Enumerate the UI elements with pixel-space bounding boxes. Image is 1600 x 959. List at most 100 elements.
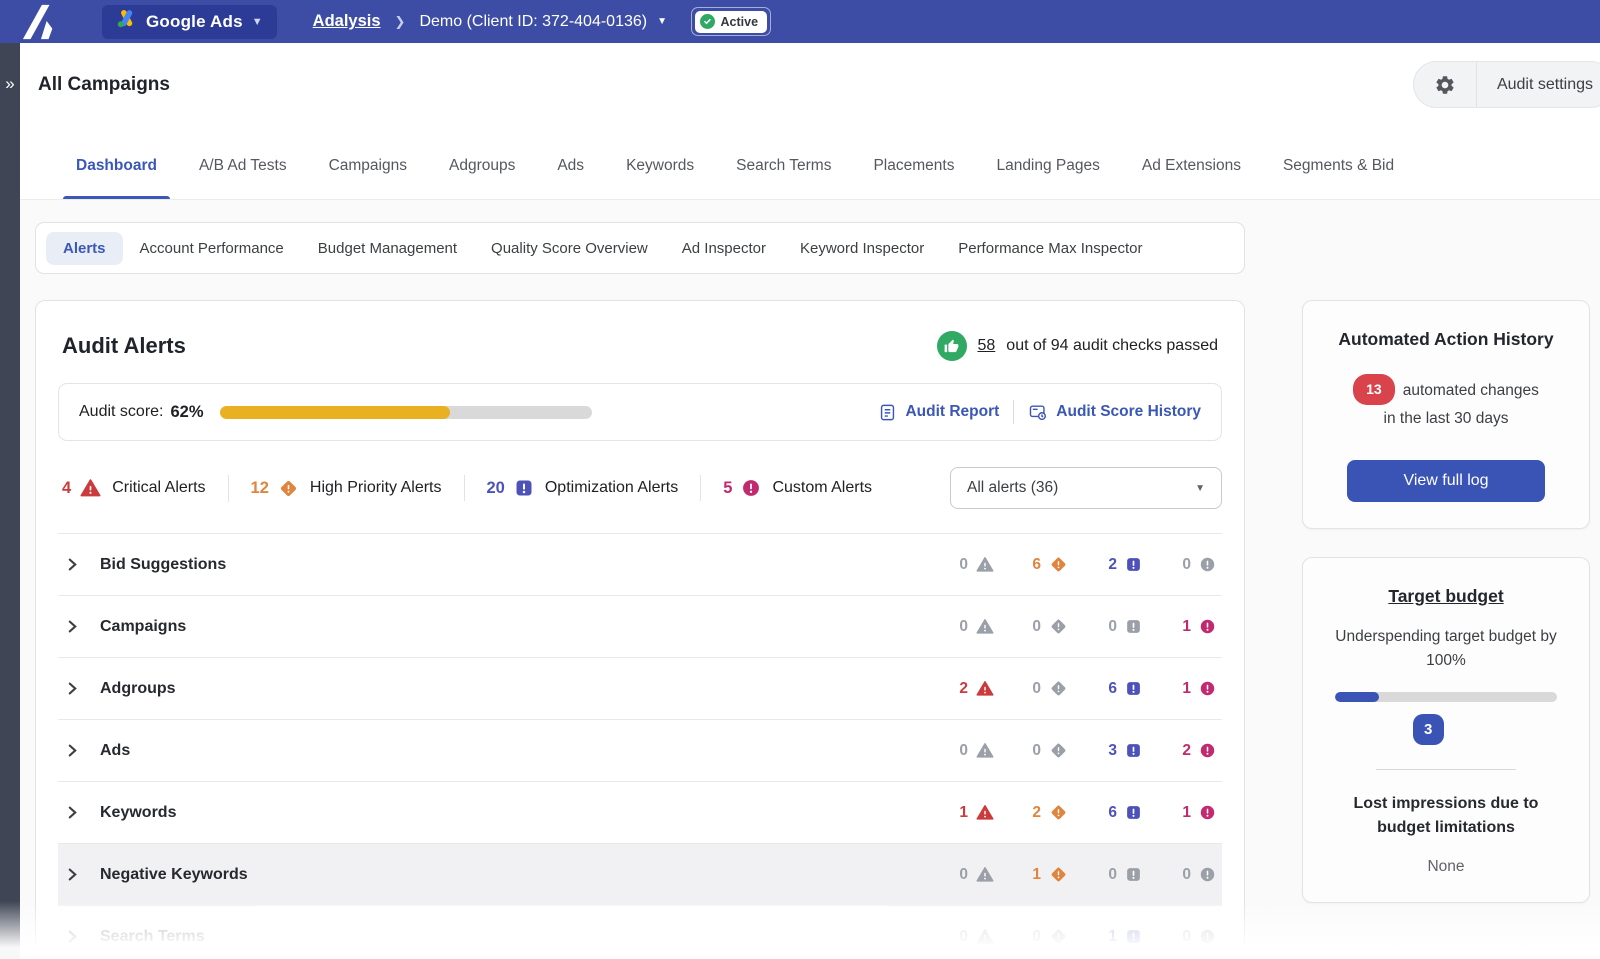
optimization-count-cell[interactable]: 2 (1068, 555, 1142, 574)
tab-campaigns[interactable]: Campaigns (308, 157, 428, 199)
audit-settings-button[interactable]: Audit settings (1477, 76, 1599, 94)
view-full-log-button[interactable]: View full log (1347, 460, 1545, 502)
square-icon (1125, 866, 1142, 883)
row-adgroups[interactable]: Adgroups 2 0 6 1 (58, 657, 1222, 719)
high-count-cell[interactable]: 2 (994, 803, 1068, 822)
optimization-count-cell[interactable]: 0 (1068, 617, 1142, 636)
adalysis-logo-icon[interactable] (18, 2, 62, 42)
breadcrumb-separator-icon: ❯ (395, 14, 406, 30)
gear-icon[interactable] (1414, 62, 1476, 107)
target-budget-count-badge[interactable]: 3 (1413, 714, 1444, 745)
row-search-terms[interactable]: Search Terms 0 0 1 0 (58, 905, 1222, 959)
high-count-cell[interactable]: 0 (994, 741, 1068, 760)
square-icon (1125, 680, 1142, 697)
audit-alerts-card: Audit Alerts 58 out of 94 audit checks p… (35, 300, 1245, 959)
row-label: Negative Keywords (100, 866, 248, 884)
audit-score-label: Audit score: (79, 403, 163, 421)
alerts-filter-value: All alerts (36) (967, 479, 1058, 497)
google-ads-switcher[interactable]: Google Ads ▼ (102, 5, 277, 39)
tab-ads[interactable]: Ads (536, 157, 605, 199)
audit-alerts-title: Audit Alerts (62, 333, 186, 359)
subtab-quality-score-overview[interactable]: Quality Score Overview (474, 232, 665, 265)
audit-report-link[interactable]: Audit Report (878, 403, 999, 422)
body-area: Alerts Account Performance Budget Manage… (20, 200, 1600, 959)
square-icon (1125, 556, 1142, 573)
passed-count-link[interactable]: 58 (978, 337, 996, 355)
tab-landing-pages[interactable]: Landing Pages (975, 157, 1120, 199)
circle-icon (1199, 742, 1216, 759)
optimization-count-cell[interactable]: 3 (1068, 741, 1142, 760)
subtab-budget-management[interactable]: Budget Management (301, 232, 474, 265)
critical-count-cell[interactable]: 0 (920, 927, 994, 946)
diamond-icon (1049, 927, 1068, 946)
row-ads[interactable]: Ads 0 0 3 2 (58, 719, 1222, 781)
critical-count-cell[interactable]: 0 (920, 617, 994, 636)
changes-count-badge: 13 (1353, 374, 1395, 405)
high-count-cell[interactable]: 0 (994, 927, 1068, 946)
custom-alerts-summary[interactable]: 5 Custom Alerts (700, 475, 894, 501)
audit-score-progressbar (220, 406, 592, 419)
critical-count-cell[interactable]: 1 (920, 803, 994, 822)
critical-count-cell[interactable]: 0 (920, 865, 994, 884)
critical-alerts-summary[interactable]: 4 Critical Alerts (58, 475, 228, 501)
alerts-filter-dropdown[interactable]: All alerts (36) ▼ (950, 467, 1222, 509)
custom-count-cell[interactable]: 0 (1142, 555, 1216, 574)
high-count: 12 (251, 479, 269, 498)
automated-action-history-card: Automated Action History 13automated cha… (1302, 300, 1590, 529)
triangle-icon (976, 618, 994, 635)
target-budget-title[interactable]: Target budget (1325, 584, 1567, 609)
row-bid-suggestions[interactable]: Bid Suggestions 0 6 2 0 (58, 533, 1222, 595)
custom-count-cell[interactable]: 0 (1142, 865, 1216, 884)
optimization-count-cell[interactable]: 0 (1068, 865, 1142, 884)
subtab-alerts[interactable]: Alerts (46, 232, 123, 265)
breadcrumb-app-link[interactable]: Adalysis (313, 12, 381, 31)
tab-search-terms[interactable]: Search Terms (715, 157, 852, 199)
triangle-icon (976, 928, 994, 945)
tab-ad-extensions[interactable]: Ad Extensions (1121, 157, 1262, 199)
custom-count-cell[interactable]: 0 (1142, 927, 1216, 946)
optimization-count-cell[interactable]: 6 (1068, 803, 1142, 822)
row-label: Ads (100, 742, 130, 760)
high-count-cell[interactable]: 6 (994, 555, 1068, 574)
subtab-performance-max-inspector[interactable]: Performance Max Inspector (941, 232, 1159, 265)
subtab-ad-inspector[interactable]: Ad Inspector (665, 232, 783, 265)
subtab-account-performance[interactable]: Account Performance (123, 232, 301, 265)
alert-rows: Bid Suggestions 0 6 2 0 Campaigns 0 0 0 (58, 533, 1222, 959)
critical-count-cell[interactable]: 2 (920, 679, 994, 698)
triangle-icon (976, 556, 994, 573)
row-label: Search Terms (100, 928, 205, 946)
row-keywords[interactable]: Keywords 1 2 6 1 (58, 781, 1222, 843)
custom-count-cell[interactable]: 1 (1142, 617, 1216, 636)
row-campaigns[interactable]: Campaigns 0 0 0 1 (58, 595, 1222, 657)
critical-count-cell[interactable]: 0 (920, 741, 994, 760)
tab-placements[interactable]: Placements (852, 157, 975, 199)
critical-count-cell[interactable]: 0 (920, 555, 994, 574)
status-badge[interactable]: Active (691, 7, 771, 36)
subtab-keyword-inspector[interactable]: Keyword Inspector (783, 232, 941, 265)
checks-passed: 58 out of 94 audit checks passed (937, 331, 1219, 361)
tab-segments-bid[interactable]: Segments & Bid (1262, 157, 1415, 199)
high-count-cell[interactable]: 0 (994, 617, 1068, 636)
optimization-count-cell[interactable]: 6 (1068, 679, 1142, 698)
custom-count-cell[interactable]: 2 (1142, 741, 1216, 760)
audit-score-box: Audit score: 62% Audit Report (58, 383, 1222, 441)
tab-adgroups[interactable]: Adgroups (428, 157, 536, 199)
tab-ab-ad-tests[interactable]: A/B Ad Tests (178, 157, 308, 199)
chevron-down-icon: ▼ (252, 16, 263, 28)
tab-keywords[interactable]: Keywords (605, 157, 715, 199)
row-negative-keywords[interactable]: Negative Keywords 0 1 0 0 (58, 843, 1222, 905)
optimization-count-cell[interactable]: 1 (1068, 927, 1142, 946)
high-count-cell[interactable]: 0 (994, 679, 1068, 698)
custom-count-cell[interactable]: 1 (1142, 803, 1216, 822)
breadcrumb-account-selector[interactable]: Demo (Client ID: 372-404-0136) ▼ (419, 13, 667, 31)
tab-dashboard[interactable]: Dashboard (55, 157, 178, 199)
right-sidebar: Automated Action History 13automated cha… (1302, 300, 1590, 903)
custom-count-cell[interactable]: 1 (1142, 679, 1216, 698)
target-budget-card: Target budget Underspending target budge… (1302, 557, 1590, 903)
high-priority-alerts-summary[interactable]: 12 High Priority Alerts (228, 475, 464, 502)
optimization-alerts-summary[interactable]: 20 Optimization Alerts (464, 475, 701, 501)
audit-score-history-link[interactable]: Audit Score History (1028, 403, 1201, 422)
sidebar-expand-icon[interactable]: » (0, 75, 20, 92)
triangle-icon (976, 866, 994, 883)
high-count-cell[interactable]: 1 (994, 865, 1068, 884)
